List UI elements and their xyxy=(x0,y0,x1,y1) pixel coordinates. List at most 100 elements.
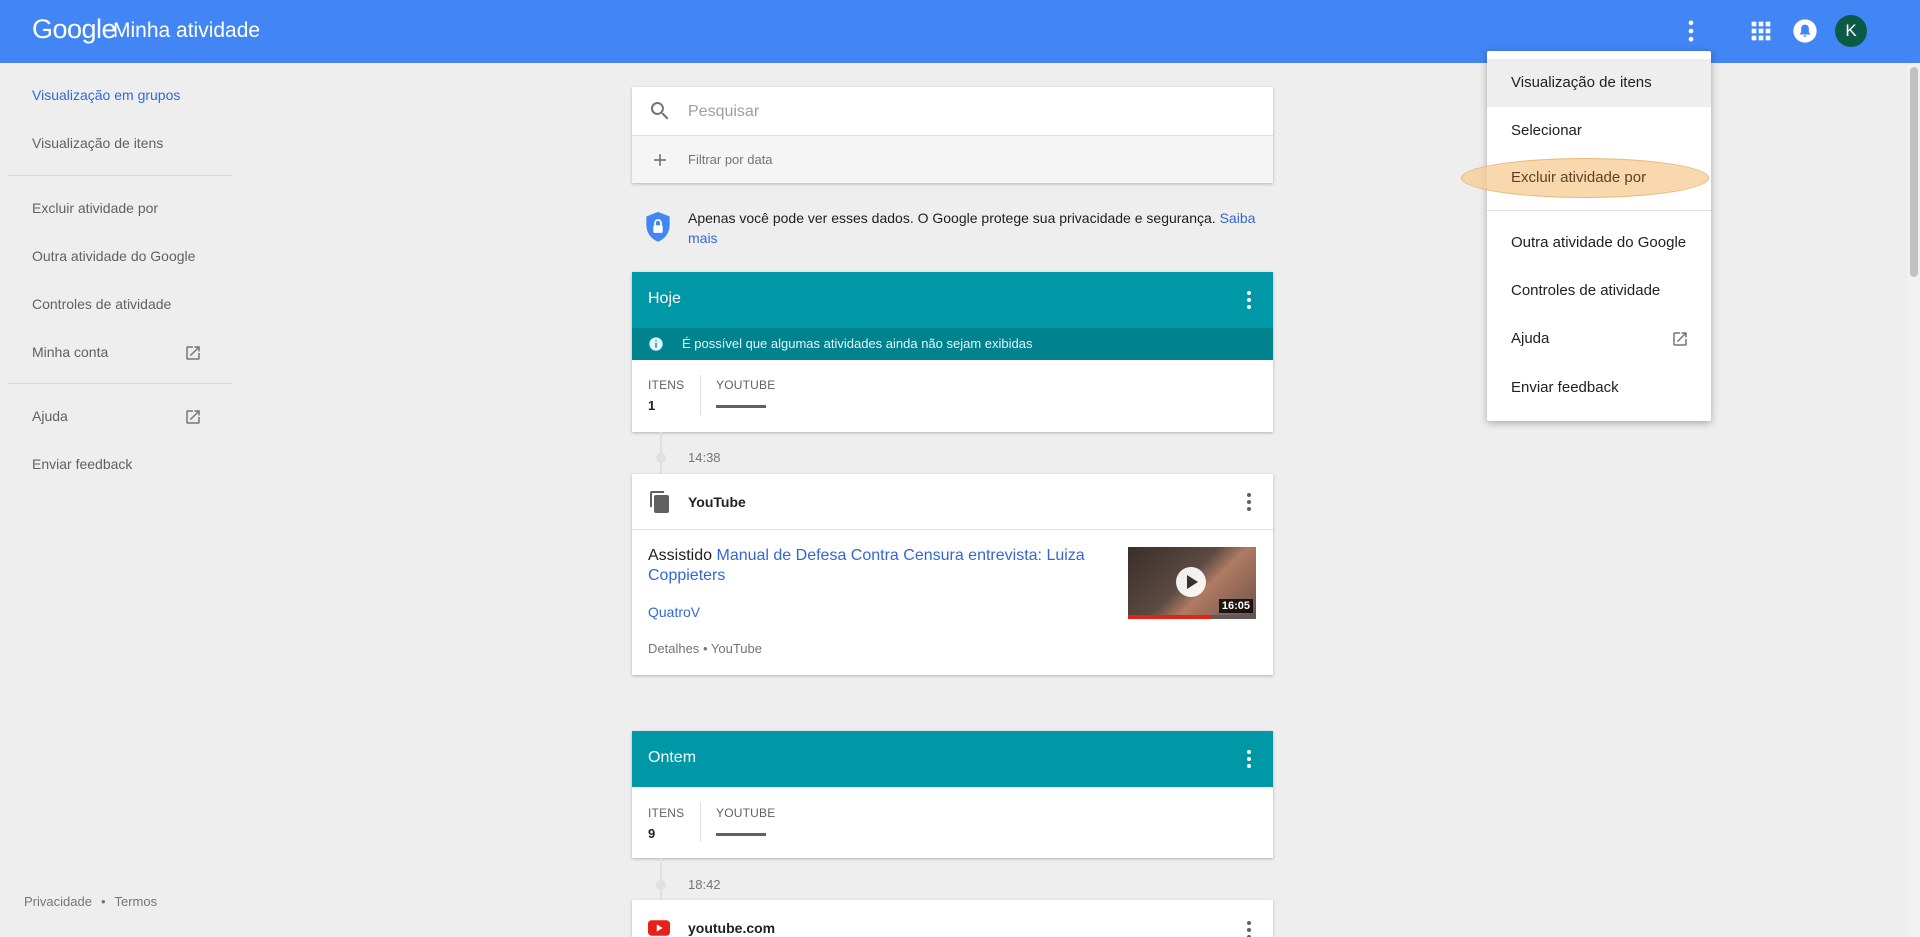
more-vert-icon[interactable] xyxy=(1677,17,1705,45)
group-stats: ITENS 9 YOUTUBE xyxy=(632,787,1273,859)
page-scrollbar[interactable] xyxy=(1908,63,1920,937)
product-bar xyxy=(716,405,766,408)
stats-divider xyxy=(700,802,701,842)
video-thumbnail[interactable]: 16:05 xyxy=(1128,547,1256,619)
shield-lock-icon xyxy=(646,211,670,242)
menu-item-label: Outra atividade do Google xyxy=(1511,234,1687,251)
product-label: YOUTUBE xyxy=(716,806,776,820)
app-title[interactable]: Minha atividade xyxy=(113,19,260,43)
delay-notice: É possível que algumas atividades ainda … xyxy=(632,328,1273,360)
activity-entry-youtube: YouTube Assistido Manual de Defesa Contr… xyxy=(632,474,1273,675)
search-row xyxy=(632,87,1273,135)
menu-other-activity[interactable]: Outra atividade do Google xyxy=(1487,219,1711,267)
more-vert-icon[interactable] xyxy=(1237,288,1261,312)
nav-send-feedback[interactable]: Enviar feedback xyxy=(32,456,132,472)
filter-by-date-row[interactable]: Filtrar por data xyxy=(632,135,1273,183)
entry-action: Assistido xyxy=(648,547,713,564)
details-link[interactable]: Detalhes xyxy=(648,641,699,656)
timeline-dot xyxy=(656,880,666,890)
privacy-notice-text: Apenas você pode ver esses dados. O Goog… xyxy=(688,208,1268,248)
channel-link[interactable]: QuatroV xyxy=(648,604,700,620)
nav-divider xyxy=(8,383,232,384)
privacy-link[interactable]: Privacidade xyxy=(24,894,92,909)
account-avatar[interactable]: K xyxy=(1835,15,1867,47)
nav-my-account[interactable]: Minha conta xyxy=(32,344,108,360)
more-vert-icon[interactable] xyxy=(1237,918,1261,937)
menu-send-feedback[interactable]: Enviar feedback xyxy=(1487,364,1711,412)
menu-delete-activity[interactable]: Excluir atividade por xyxy=(1461,154,1711,202)
nav-activity-controls[interactable]: Controles de atividade xyxy=(32,296,171,312)
google-logo[interactable]: Google xyxy=(32,14,117,45)
product-bar xyxy=(716,833,766,836)
day-title: Hoje xyxy=(648,290,681,307)
day-title: Ontem xyxy=(648,749,697,766)
items-count: 1 xyxy=(648,398,656,413)
timeline-dot xyxy=(656,453,666,463)
watch-progress-fill xyxy=(1128,615,1212,619)
entry-site-title: youtube.com xyxy=(688,920,776,936)
menu-item-label: Selecionar xyxy=(1511,122,1582,139)
scrollbar-thumb[interactable] xyxy=(1910,67,1918,277)
play-icon[interactable] xyxy=(1176,567,1206,597)
more-vert-icon[interactable] xyxy=(1237,490,1261,514)
more-vert-icon[interactable] xyxy=(1237,747,1261,771)
group-stats: ITENS 1 YOUTUBE xyxy=(632,360,1273,432)
menu-item-label: Ajuda xyxy=(1511,330,1550,347)
info-icon xyxy=(649,337,663,351)
footer-separator: • xyxy=(100,894,106,909)
nav-delete-activity[interactable]: Excluir atividade por xyxy=(32,200,158,216)
open-in-new-icon[interactable] xyxy=(184,344,202,362)
entry-time: 18:42 xyxy=(688,877,721,892)
privacy-message: Apenas você pode ver esses dados. O Goog… xyxy=(688,210,1216,226)
items-label: ITENS xyxy=(648,378,685,392)
nav-bundle-view[interactable]: Visualização em grupos xyxy=(32,87,180,103)
activity-entry-youtube-com: youtube.com xyxy=(632,900,1273,937)
menu-item-label: Visualização de itens xyxy=(1511,74,1652,91)
day-header: Ontem xyxy=(632,731,1273,787)
nav-help[interactable]: Ajuda xyxy=(32,408,68,424)
day-group-yesterday: Ontem ITENS 9 YOUTUBE xyxy=(632,731,1273,858)
video-duration: 16:05 xyxy=(1218,599,1253,613)
menu-item-label: Enviar feedback xyxy=(1511,379,1619,396)
entry-header: YouTube xyxy=(632,474,1273,530)
nav-divider xyxy=(8,175,232,176)
items-count: 9 xyxy=(648,826,656,841)
stats-divider xyxy=(700,375,701,415)
menu-activity-controls[interactable]: Controles de atividade xyxy=(1487,267,1711,315)
search-card: Filtrar por data xyxy=(632,87,1273,183)
apps-grid-icon[interactable] xyxy=(1747,17,1775,45)
timeline-connector xyxy=(660,858,662,900)
video-title-link[interactable]: Manual de Defesa Contra Censura entrevis… xyxy=(648,547,1085,584)
search-icon[interactable] xyxy=(648,99,672,123)
day-group-today: Hoje É possível que algumas atividades a… xyxy=(632,272,1273,432)
overflow-menu: Visualização de itens Selecionar Excluir… xyxy=(1461,51,1711,421)
open-in-new-icon[interactable] xyxy=(184,408,202,426)
search-input[interactable] xyxy=(688,99,1248,125)
nav-item-view[interactable]: Visualização de itens xyxy=(32,135,163,151)
details-source: YouTube xyxy=(710,641,762,656)
add-icon[interactable] xyxy=(650,150,670,170)
watch-progress-bar xyxy=(1128,615,1256,619)
open-in-new-icon xyxy=(1673,332,1687,346)
filter-by-date-label: Filtrar por data xyxy=(688,152,773,167)
document-icon xyxy=(650,491,669,513)
menu-help[interactable]: Ajuda xyxy=(1487,315,1711,363)
notifications-bell-icon[interactable] xyxy=(1791,17,1819,45)
entry-product-title: YouTube xyxy=(688,494,746,510)
menu-divider xyxy=(1487,210,1711,211)
delay-notice-text: É possível que algumas atividades ainda … xyxy=(682,336,1033,351)
menu-item-view[interactable]: Visualização de itens xyxy=(1487,59,1711,107)
footer: Privacidade • Termos xyxy=(24,894,157,909)
day-header: Hoje xyxy=(632,272,1273,328)
items-label: ITENS xyxy=(648,806,685,820)
nav-other-activity[interactable]: Outra atividade do Google xyxy=(32,248,195,264)
menu-item-label: Excluir atividade por xyxy=(1511,169,1647,186)
menu-item-label: Controles de atividade xyxy=(1511,282,1661,299)
entry-time: 14:38 xyxy=(688,450,721,465)
menu-select[interactable]: Selecionar xyxy=(1487,107,1711,155)
entry-body: Assistido Manual de Defesa Contra Censur… xyxy=(648,546,1088,586)
details-separator: • xyxy=(702,641,708,656)
terms-link[interactable]: Termos xyxy=(115,894,158,909)
product-label: YOUTUBE xyxy=(716,378,776,392)
youtube-logo-icon xyxy=(648,920,670,936)
